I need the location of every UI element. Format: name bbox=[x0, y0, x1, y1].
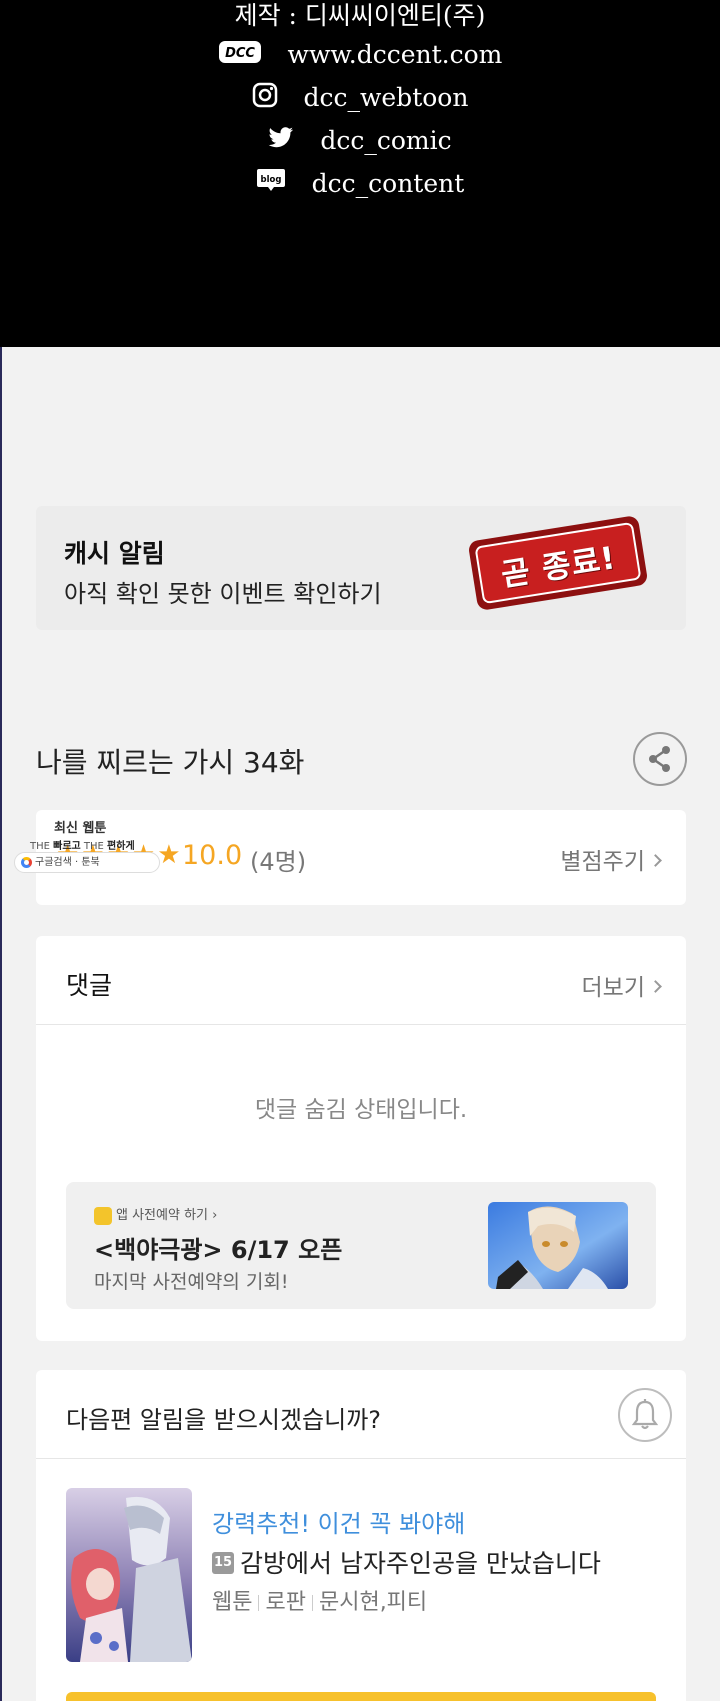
rating-count: (4명) bbox=[250, 848, 307, 876]
promo-title: <백야극광> 6/17 오픈 bbox=[94, 1236, 343, 1264]
subgenre-label: 로판 bbox=[265, 1590, 306, 1615]
ending-soon-stamp: 곧 종료! bbox=[467, 514, 649, 612]
website-link[interactable]: www.dccent.com bbox=[288, 40, 503, 69]
blog-icon: blog bbox=[256, 168, 286, 200]
ad-widget-title: 최신 웹툰 bbox=[54, 821, 107, 836]
svg-text:DCC: DCC bbox=[225, 46, 255, 61]
credits-panel: 제작 : 디씨씨이엔티(주) DCC www.dccent.com dcc_we… bbox=[0, 0, 720, 347]
rate-button-label: 별점주기 bbox=[560, 849, 645, 875]
rate-button[interactable]: 별점주기 bbox=[560, 842, 662, 876]
comments-more-label: 더보기 bbox=[581, 975, 645, 1001]
recommend-title-text: 감방에서 남자주인공을 만났습니다 bbox=[240, 1549, 601, 1578]
comments-more-button[interactable]: 더보기 bbox=[581, 968, 662, 1002]
subscribe-notify-button[interactable] bbox=[66, 1692, 656, 1701]
share-icon bbox=[649, 746, 670, 772]
website-line[interactable]: DCC www.dccent.com bbox=[0, 38, 720, 70]
dcc-logo-icon: DCC bbox=[218, 40, 262, 70]
twitter-handle[interactable]: dcc_comic bbox=[320, 126, 451, 155]
stamp-text: 곧 종료! bbox=[498, 539, 619, 594]
google-icon bbox=[21, 857, 32, 868]
cash-alert-subtitle: 아직 확인 못한 이벤트 확인하기 bbox=[64, 580, 382, 608]
cash-alert-banner[interactable]: 캐시 알림 아직 확인 못한 이벤트 확인하기 곧 종료! bbox=[36, 506, 686, 630]
genre-label: 웹툰 bbox=[212, 1590, 253, 1615]
comments-hidden-message: 댓글 숨김 상태입니다. bbox=[254, 1097, 468, 1123]
ad-widget-tagline: THE 빠르고 THE 편하게 bbox=[30, 841, 135, 852]
notify-title: 다음편 알림을 받으시겠습니까? bbox=[66, 1406, 382, 1434]
promo-tag: 앱 사전예약 하기 › bbox=[94, 1204, 217, 1225]
game-app-icon bbox=[94, 1206, 112, 1225]
chevron-right-icon bbox=[649, 980, 662, 993]
preregister-promo[interactable]: 앱 사전예약 하기 › <백야극광> 6/17 오픈 마지막 사전예약의 기회! bbox=[66, 1182, 656, 1309]
ad-widget-pill[interactable]: 구글검색 · 툰북 bbox=[14, 852, 160, 873]
bell-icon bbox=[631, 1399, 659, 1430]
authors-label: 문시현,피티 bbox=[318, 1590, 428, 1615]
divider bbox=[36, 1458, 686, 1459]
cash-alert-title: 캐시 알림 bbox=[64, 539, 165, 568]
instagram-icon bbox=[252, 82, 278, 114]
chevron-right-icon bbox=[649, 854, 662, 867]
episode-title: 나를 찌르는 가시 34화 bbox=[36, 746, 305, 779]
svg-text:blog: blog bbox=[260, 175, 281, 185]
ad-pill-text: 구글검색 · 툰북 bbox=[35, 857, 100, 868]
twitter-icon bbox=[268, 126, 294, 155]
comments-card: 댓글 더보기 댓글 숨김 상태입니다. 앱 사전예약 하기 › <백야극광> 6… bbox=[36, 936, 686, 1341]
recommend-headline: 강력추천! 이건 꼭 봐야해 bbox=[212, 1510, 466, 1538]
promo-subtitle: 마지막 사전예약의 기회! bbox=[94, 1271, 289, 1293]
recommend-meta: 웹툰 로판 문시현,피티 bbox=[212, 1584, 427, 1616]
comments-title: 댓글 bbox=[66, 971, 113, 1000]
recommended-comic-thumbnail[interactable] bbox=[66, 1488, 192, 1662]
producer-credit: 제작 : 디씨씨이엔티(주) bbox=[0, 0, 720, 32]
divider bbox=[36, 1024, 686, 1025]
notify-bell-button[interactable] bbox=[618, 1388, 672, 1442]
blog-line[interactable]: blog dcc_content bbox=[0, 167, 720, 200]
twitter-line[interactable]: dcc_comic bbox=[0, 124, 720, 155]
blog-handle[interactable]: dcc_content bbox=[312, 169, 465, 198]
promo-character-image bbox=[488, 1202, 628, 1289]
producer-text: 제작 : 디씨씨이엔티(주) bbox=[234, 1, 486, 30]
age-rating-badge: 15 bbox=[212, 1552, 234, 1574]
instagram-handle[interactable]: dcc_webtoon bbox=[303, 83, 468, 112]
rating-score: 10.0 bbox=[182, 840, 243, 871]
next-episode-notify-card: 다음편 알림을 받으시겠습니까? 강력추천! 이건 꼭 봐야해 15 감방에서 … bbox=[36, 1370, 686, 1701]
recommend-title[interactable]: 15 감방에서 남자주인공을 만났습니다 bbox=[212, 1544, 601, 1580]
ad-widget[interactable]: 최신 웹툰 THE 빠르고 THE 편하게 구글검색 · 툰북 bbox=[14, 817, 160, 873]
instagram-line[interactable]: dcc_webtoon bbox=[0, 81, 720, 114]
share-button[interactable] bbox=[633, 732, 687, 786]
